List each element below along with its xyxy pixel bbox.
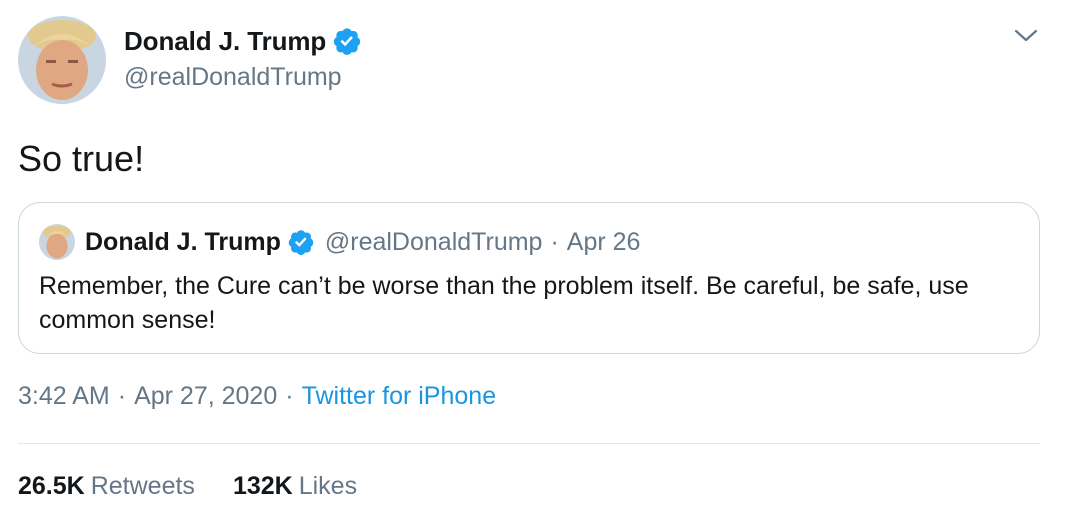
tweet-date[interactable]: Apr 27, 2020 [134, 382, 277, 410]
author-name[interactable]: Donald J. Trump [124, 26, 326, 57]
tweet-source-link[interactable]: Twitter for iPhone [302, 382, 497, 410]
meta-separator: · [117, 382, 127, 410]
quoted-author-name: Donald J. Trump [85, 227, 281, 256]
tweet-text: So true! [18, 138, 145, 179]
quoted-tweet-header: Donald J. Trump @realDonaldTrump · Apr 2… [39, 223, 640, 261]
author-block[interactable]: Donald J. Trump @realDonaldTrump [124, 23, 362, 92]
author-name-row: Donald J. Trump [124, 23, 362, 59]
likes-count: 132K [232, 472, 293, 500]
quoted-tweet-text: Remember, the Cure can’t be worse than t… [39, 272, 969, 334]
quoted-separator: · [550, 227, 559, 256]
avatar-image [18, 16, 106, 104]
author-handle[interactable]: @realDonaldTrump [124, 63, 362, 92]
tweet-stats: 26.5K Retweets 132K Likes [18, 472, 395, 501]
quoted-author-handle: @realDonaldTrump [324, 227, 543, 256]
tweet-meta: 3:42 AM · Apr 27, 2020 · Twitter for iPhone [18, 382, 496, 411]
verified-badge-icon [334, 28, 361, 55]
likes-label: Likes [298, 472, 358, 500]
chevron-down-icon[interactable] [1013, 26, 1039, 46]
meta-separator: · [285, 382, 294, 410]
retweets-count: 26.5K [18, 472, 85, 500]
verified-badge-icon [288, 230, 314, 255]
likes-stat[interactable]: 132K Likes [233, 472, 357, 501]
quoted-author-avatar [39, 224, 75, 260]
divider [18, 443, 1040, 444]
quoted-date: Apr 26 [566, 227, 641, 256]
retweets-stat[interactable]: 26.5K Retweets [18, 472, 195, 501]
quoted-tweet-card[interactable]: Donald J. Trump @realDonaldTrump · Apr 2… [18, 202, 1040, 354]
avatar-image [39, 224, 75, 260]
author-avatar[interactable] [18, 16, 106, 104]
retweets-label: Retweets [90, 472, 195, 500]
tweet-time[interactable]: 3:42 AM [18, 382, 110, 410]
